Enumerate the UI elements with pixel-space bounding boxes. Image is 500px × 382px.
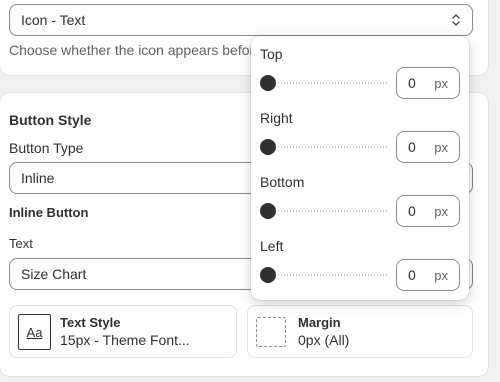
margin-top-slider[interactable] — [260, 75, 388, 91]
select-chevron-icon — [450, 5, 462, 35]
margin-right-unit: px — [434, 140, 448, 155]
margin-top-input[interactable]: 0 px — [396, 67, 460, 99]
text-style-value: 15px - Theme Font... — [60, 332, 190, 348]
margin-bottom-slider[interactable] — [260, 203, 388, 219]
margin-box-icon — [256, 317, 286, 347]
button-type-value: Inline — [21, 170, 55, 186]
margin-bottom-input[interactable]: 0 px — [396, 195, 460, 227]
margin-popover: Top 0 px Right 0 px Bottom 0 px Left 0 p… — [251, 36, 469, 300]
text-value: Size Chart — [21, 266, 87, 282]
margin-bottom-label: Bottom — [260, 174, 305, 190]
margin-title: Margin — [298, 315, 341, 330]
margin-left-input[interactable]: 0 px — [396, 259, 460, 291]
margin-right-input[interactable]: 0 px — [396, 131, 460, 163]
margin-left-unit: px — [434, 268, 448, 283]
margin-card[interactable]: Margin 0px (All) — [247, 305, 473, 358]
margin-left-label: Left — [260, 238, 284, 254]
margin-top-value: 0 — [408, 75, 416, 91]
button-type-label: Button Type — [9, 140, 84, 156]
slider-thumb[interactable] — [260, 267, 276, 283]
margin-left-slider[interactable] — [260, 267, 388, 283]
margin-top-unit: px — [434, 76, 448, 91]
margin-right-value: 0 — [408, 139, 416, 155]
text-style-card[interactable]: Aa Text Style 15px - Theme Font... — [9, 305, 237, 358]
margin-bottom-unit: px — [434, 204, 448, 219]
margin-right-label: Right — [260, 110, 293, 126]
icon-position-value: Icon - Text — [21, 12, 86, 28]
icon-position-select[interactable]: Icon - Text — [9, 4, 473, 36]
slider-thumb[interactable] — [260, 75, 276, 91]
text-label: Text — [9, 236, 33, 251]
text-style-icon: Aa — [18, 314, 51, 350]
margin-top-label: Top — [260, 46, 283, 62]
slider-thumb[interactable] — [260, 139, 276, 155]
margin-right-slider[interactable] — [260, 139, 388, 155]
margin-bottom-value: 0 — [408, 203, 416, 219]
button-style-heading: Button Style — [9, 112, 92, 128]
margin-value: 0px (All) — [298, 332, 350, 348]
text-style-title: Text Style — [60, 315, 121, 330]
slider-thumb[interactable] — [260, 203, 276, 219]
margin-left-value: 0 — [408, 267, 416, 283]
inline-button-heading: Inline Button — [9, 205, 89, 220]
